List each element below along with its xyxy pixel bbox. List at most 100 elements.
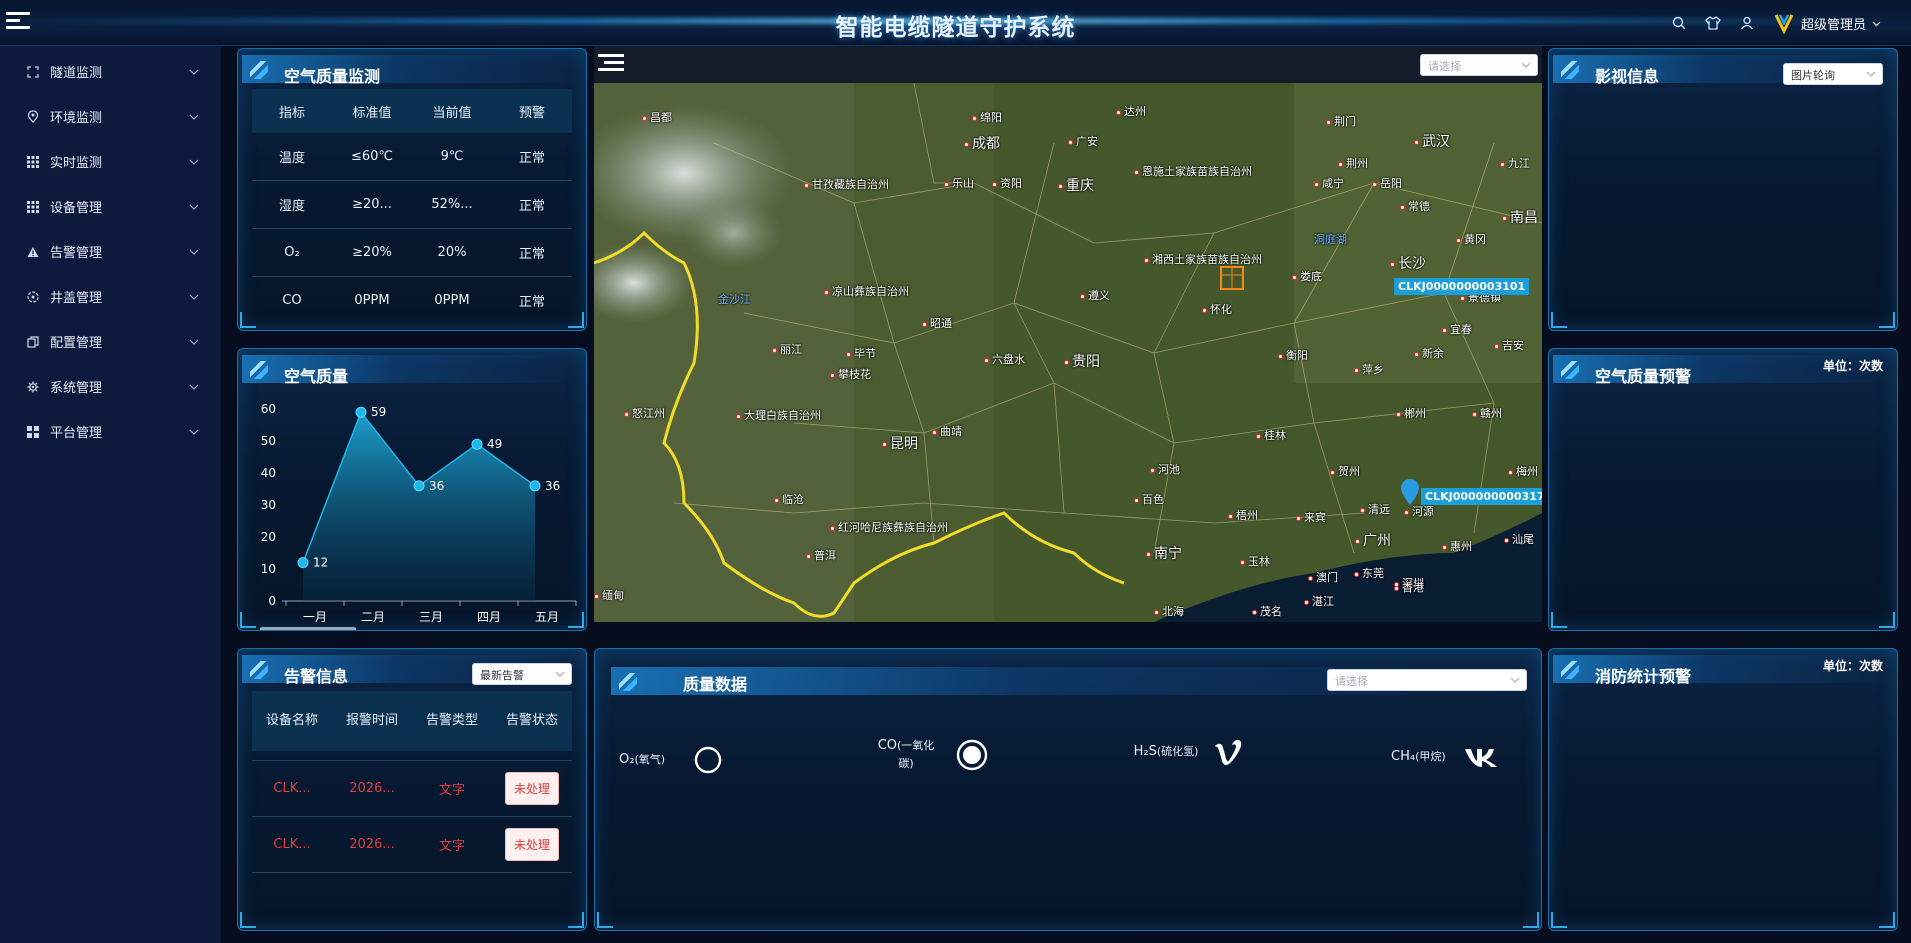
pending-status-button[interactable]: 未处理: [504, 828, 559, 861]
map-city-label: 南昌: [1502, 207, 1538, 227]
map-city-label: 黄冈: [1456, 231, 1486, 247]
sidebar-item[interactable]: 平台管理: [0, 409, 221, 454]
map-city-label: 六盘水: [984, 351, 1025, 367]
quality-item-ch4[interactable]: CH₄(甲烷): [1391, 745, 1500, 769]
map-city-label: 茂名: [1252, 603, 1282, 619]
quality-select[interactable]: 请选择: [1327, 669, 1527, 691]
column-header: 当前值: [432, 105, 472, 121]
shirt-icon[interactable]: [1705, 15, 1721, 31]
table-row: CO 0PPM 0PPM 正常: [252, 277, 572, 309]
data-point: [471, 438, 483, 450]
map-city-label: 甘孜藏族自治州: [804, 176, 889, 192]
sidebar-item[interactable]: 环境监测: [0, 94, 221, 139]
fire-warning-panel: 消防统计预警 单位：次数: [1548, 648, 1898, 931]
search-icon[interactable]: [1671, 15, 1687, 31]
unit-label: 单位：次数: [1822, 659, 1883, 673]
y-tick-label: 30: [261, 498, 276, 512]
map-city-label: 梅州: [1508, 463, 1538, 479]
map-container: 请选择 昌都 绵阳 达州 荆门 成都 广安 武汉 甘孜藏族自治州 乐山 资阳 重…: [594, 46, 1542, 622]
cell: 0PPM: [354, 293, 390, 308]
map-city-label: 吉安: [1494, 337, 1524, 353]
sidebar-item-label: 设备管理: [50, 201, 103, 216]
sidebar-item[interactable]: 实时监测: [0, 139, 221, 184]
copy-icon: [26, 335, 40, 349]
map-city-label: 重庆: [1058, 175, 1094, 195]
column-header: 指标: [278, 105, 305, 121]
map-city-label: 衡阳: [1278, 347, 1308, 363]
map-city-label: 昌都: [642, 109, 672, 125]
map-city-label: 香港: [1394, 579, 1424, 595]
cell: 正常: [518, 247, 545, 262]
chevron-down-icon: [1866, 71, 1876, 77]
device-marker-label[interactable]: CLKJ0000000003176: [1421, 488, 1542, 505]
sidebar-item[interactable]: 告警管理: [0, 229, 221, 274]
cell: O₂: [284, 245, 300, 260]
satellite-map[interactable]: 昌都 绵阳 达州 荆门 成都 广安 武汉 甘孜藏族自治州 乐山 资阳 重庆 恩施土家族苗族自治州 荆州岳…: [594, 83, 1542, 622]
map-menu-icon[interactable]: [598, 54, 624, 76]
air-monitor-panel: 空气质量监测 指标 标准值 当前值 预警 温度 ≤60℃ 9℃ 正常 湿度 ≥20...…: [237, 48, 587, 331]
x-tick-label: 五月: [535, 610, 559, 624]
circle-icon: [694, 746, 722, 774]
sidebar-item[interactable]: 隧道监测: [0, 49, 221, 94]
quality-label: CO(一氧化碳): [871, 737, 941, 773]
table-body[interactable]: 温度 ≤60℃ 9℃ 正常 湿度 ≥20... 52%... 正常 O₂ ≥20% 20% 正常 …: [252, 133, 572, 309]
map-pin-icon[interactable]: [1400, 478, 1420, 506]
quality-item-o2[interactable]: O₂(氧气): [619, 745, 723, 775]
map-city-label: 怀化: [1202, 301, 1232, 317]
map-city-label: 汕尾: [1504, 531, 1534, 547]
sidebar-item[interactable]: 井盖管理: [0, 274, 221, 319]
warning-icon: [26, 245, 40, 259]
device-marker-label[interactable]: CLKJ0000000003101: [1394, 278, 1530, 295]
air-warning-panel: 空气质量预警 单位：次数: [1548, 348, 1898, 631]
map-city-label: 惠州: [1442, 538, 1472, 554]
table-row[interactable]: CLK... 2026... 文字 未处理: [252, 761, 572, 817]
pending-status-button[interactable]: 未处理: [504, 772, 559, 805]
building-marker-icon[interactable]: [1218, 263, 1246, 293]
cell: 未处理: [492, 772, 572, 805]
y-tick-label: 0: [268, 594, 276, 608]
column-header: 告警类型: [425, 713, 478, 728]
y-tick-label: 60: [261, 402, 276, 416]
x-tick-label: 四月: [477, 610, 501, 624]
panel-title: 影视信息: [1595, 67, 1660, 86]
quality-item-co[interactable]: CO(一氧化碳): [871, 737, 989, 773]
map-city-label: 宜春: [1442, 321, 1472, 337]
chevron-down-icon: [1521, 62, 1531, 68]
chevron-down-icon: [189, 69, 199, 75]
cell: 正常: [518, 199, 545, 214]
panel-stripe-icon: [1561, 661, 1579, 679]
sidebar-item[interactable]: 系统管理: [0, 364, 221, 409]
panel-title: 空气质量监测: [284, 67, 381, 86]
map-city-label: 昭通: [922, 315, 952, 331]
map-city-label: 贵阳: [1064, 351, 1100, 371]
username-label: 超级管理员: [1800, 17, 1866, 33]
expand-icon: [26, 65, 40, 79]
sidebar-item-label: 配置管理: [50, 336, 103, 351]
quality-label: H₂S(硫化氢): [1133, 743, 1199, 761]
sidebar-item[interactable]: 配置管理: [0, 319, 221, 364]
alarm-panel: 告警信息 最新告警 设备名称 报警时间 告警类型 告警状态 CLK... 202…: [237, 648, 587, 931]
data-point: [355, 406, 367, 418]
y-tick-label: 40: [261, 466, 276, 480]
chevron-down-icon: [189, 114, 199, 120]
map-select[interactable]: 请选择: [1420, 54, 1538, 76]
chevron-down-icon: [189, 384, 199, 390]
quality-item-h2s[interactable]: H₂S(硫化氢): [1133, 737, 1243, 767]
map-city-label: 百色: [1134, 491, 1164, 507]
sidebar-item-label: 实时监测: [50, 156, 103, 171]
film-mode-select[interactable]: 图片轮询: [1783, 63, 1883, 85]
column-header: 设备名称: [265, 713, 318, 728]
panel-stripe-icon: [1561, 61, 1579, 79]
chevron-down-icon: [189, 159, 199, 165]
user-icon[interactable]: [1739, 15, 1755, 31]
panel-stripe-icon: [1561, 361, 1579, 379]
table-row[interactable]: CLK... 2026... 文字 未处理: [252, 817, 572, 873]
map-city-label: 桂林: [1256, 427, 1286, 443]
table-header: 指标 标准值 当前值 预警: [252, 89, 572, 133]
user-menu[interactable]: 超级管理员: [1773, 12, 1881, 34]
alarm-filter-select[interactable]: 最新告警: [472, 663, 572, 685]
sidebar-item-label: 井盖管理: [50, 291, 103, 306]
cell: ≤60℃: [350, 149, 394, 164]
quality-main: CH₄: [1391, 749, 1416, 764]
sidebar-item[interactable]: 设备管理: [0, 184, 221, 229]
